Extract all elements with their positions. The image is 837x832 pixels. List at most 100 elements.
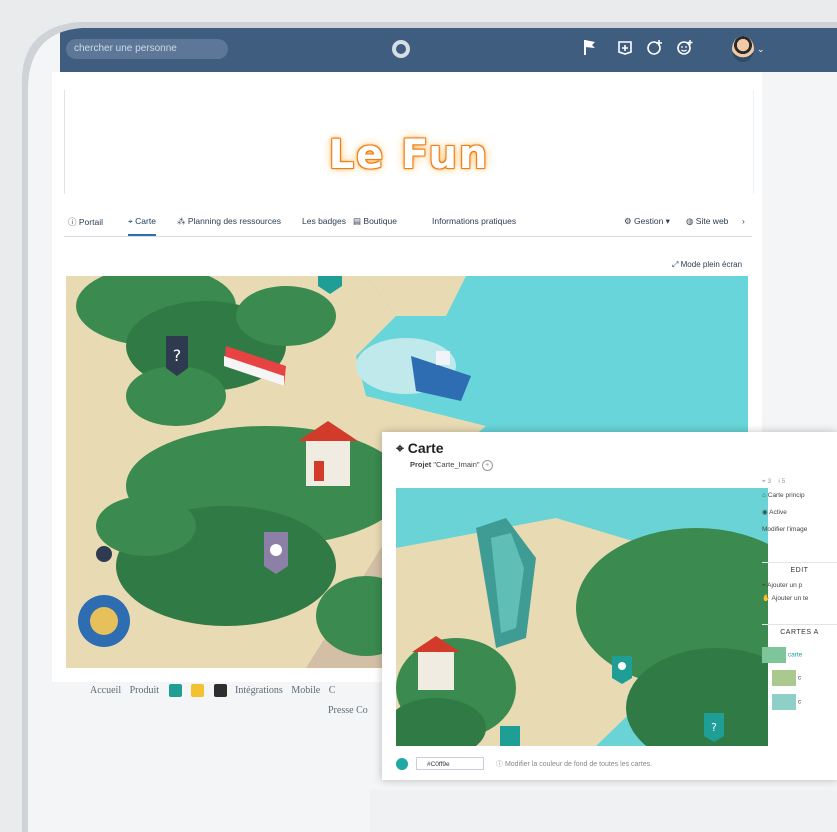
footer-link-produit[interactable]: Produit [130, 685, 159, 696]
chevron-down-icon[interactable]: ⌄ [757, 44, 765, 55]
project-name: "Carte_Imain" [433, 460, 480, 469]
map-list-item[interactable]: carte [762, 647, 802, 663]
map-thumbnail [762, 647, 786, 663]
hex-color-input[interactable]: #C0ff9e [416, 757, 484, 770]
map-name: carte [787, 651, 803, 659]
teal-cube-icon [168, 684, 182, 697]
footer-link-presse[interactable]: Presse [328, 705, 354, 716]
add-circle-icon[interactable]: + [481, 460, 493, 471]
svg-text:?: ? [711, 721, 717, 734]
map-list-item[interactable]: c [772, 670, 801, 686]
add-team-icon[interactable] [646, 38, 664, 62]
footer-link-truncated[interactable]: C [329, 685, 336, 696]
top-navigation-bar: chercher une personne ⌄ [60, 28, 837, 72]
map-pin-icon: ⌖ [128, 216, 133, 226]
active-label: Active [769, 509, 787, 516]
tab-label: Informations pratiques [432, 216, 517, 226]
map-editor-canvas[interactable]: ? [396, 488, 768, 746]
banner-title: Le Fun [328, 132, 490, 178]
tab-label: Carte [135, 216, 156, 226]
app-window: chercher une personne ⌄ Le Fun ⓘ Portail [0, 0, 837, 832]
eye-icon: ◉ [762, 509, 768, 516]
map-name: c [797, 674, 802, 682]
project-label-text: Projet [410, 460, 432, 469]
community-banner: Le Fun [64, 90, 754, 194]
info-count: 5 [781, 478, 786, 485]
site-web-link[interactable]: ◍ Site web [686, 216, 728, 227]
map-editor-sidebar: ⌖ 3 i 5 ⌂ Carte princip ◉ Active Modifie… [762, 472, 837, 752]
avatar[interactable] [732, 36, 754, 62]
map-thumbnail [772, 694, 796, 710]
map-editor-title: ⌖ Carte [396, 440, 444, 457]
edit-section-header: EDIT [762, 562, 837, 574]
caret-down-icon: ▾ [665, 216, 670, 226]
flag-icon[interactable] [582, 38, 598, 62]
main-map-label: Carte princip [767, 492, 805, 499]
tab-label: Planning des ressources [187, 216, 281, 226]
maps-section-header: CARTES A [762, 624, 837, 636]
map-pin-icon: ⌖ [762, 582, 766, 589]
add-text-button[interactable]: ✋ Ajouter un te [762, 594, 808, 602]
gestion-menu[interactable]: ⚙ Gestion ▾ [624, 216, 670, 227]
pin-count-icon: ⌖ [762, 478, 766, 485]
tab-label: Les badges [302, 216, 346, 226]
tab-informations[interactable]: Informations pratiques [432, 216, 516, 226]
active-toggle[interactable]: ◉ Active [762, 508, 787, 516]
fullscreen-label: Mode plein écran [680, 260, 743, 269]
add-group-icon[interactable] [616, 38, 634, 62]
main-map-item[interactable]: ⌂ Carte princip [762, 492, 805, 499]
map-editor-title-text: Carte [407, 440, 444, 456]
tab-badges[interactable]: Les badges [302, 216, 346, 226]
pin-count: 3 [767, 478, 772, 485]
add-text-label: Ajouter un te [771, 595, 809, 602]
tab-carte[interactable]: ⌖ Carte [128, 216, 156, 236]
footer-link-accueil[interactable]: Accueil [90, 685, 121, 696]
map-name: c [797, 698, 802, 706]
gear-icon: ⚙ [624, 216, 632, 226]
svg-text:?: ? [173, 346, 182, 365]
shop-icon: ▤ [353, 216, 362, 226]
expand-icon: ⤢ [672, 260, 679, 269]
home-icon: ⌂ [762, 492, 766, 499]
footer-link-integrations[interactable]: Intégrations [235, 685, 283, 696]
add-emoji-icon[interactable] [676, 38, 694, 62]
footer-link-mobile[interactable]: Mobile [291, 685, 320, 696]
search-input[interactable]: chercher une personne [66, 39, 228, 59]
gestion-label: Gestion [634, 216, 664, 226]
site-web-label: Site web [695, 216, 729, 226]
tab-boutique[interactable]: ▤ Boutique [353, 216, 397, 227]
add-point-label: Ajouter un p [767, 582, 803, 589]
map-list-item[interactable]: c [772, 694, 801, 710]
black-cube-icon [213, 684, 227, 697]
yellow-cube-icon [191, 684, 205, 697]
color-swatch[interactable] [396, 758, 408, 770]
globe-icon: ◍ [686, 216, 694, 226]
map-stats: ⌖ 3 i 5 [762, 478, 785, 486]
map-thumbnail [772, 670, 796, 686]
map-editor-card: ⌖ Carte Projet "Carte_Imain" + ? ⌖ 3 i 5… [382, 432, 837, 780]
tab-label: Boutique [363, 216, 397, 226]
info-icon: ⓘ [496, 761, 503, 768]
project-label: Projet "Carte_Imain" + [410, 460, 493, 471]
tab-label: Portail [78, 217, 103, 227]
add-point-button[interactable]: ⌖ Ajouter un p [762, 582, 802, 590]
tab-bar: ⓘ Portail ⌖ Carte ⁂ Planning des ressour… [64, 208, 752, 237]
footer-links: Accueil Produit Intégrations Mobile C [90, 684, 341, 697]
app-logo[interactable] [392, 40, 410, 58]
modify-image-link[interactable]: Modifier l'image [762, 526, 807, 533]
tab-planning[interactable]: ⁂ Planning des ressources [177, 216, 281, 227]
map-pin-icon: ⌖ [396, 440, 404, 456]
info-count-icon: i [778, 478, 780, 485]
background-color-note[interactable]: ⓘ Modifier la couleur de fond de toutes … [496, 759, 652, 769]
fullscreen-button[interactable]: ⤢ Mode plein écran [672, 260, 742, 270]
info-circle-icon: ⓘ [68, 217, 77, 227]
tab-portail[interactable]: ⓘ Portail [68, 216, 103, 228]
background-color-note-text: Modifier la couleur de fond de toutes le… [504, 761, 653, 768]
map-editor-illustration: ? [396, 518, 768, 746]
footer-links-row2: Presse Co [328, 705, 368, 716]
footer-link-truncated-2[interactable]: Co [356, 705, 368, 716]
hand-icon: ✋ [762, 595, 771, 602]
resources-icon: ⁂ [177, 216, 186, 226]
tabs-next-arrow[interactable]: › [742, 216, 745, 226]
map-editor-footer: #C0ff9e ⓘ Modifier la couleur de fond de… [396, 756, 836, 772]
